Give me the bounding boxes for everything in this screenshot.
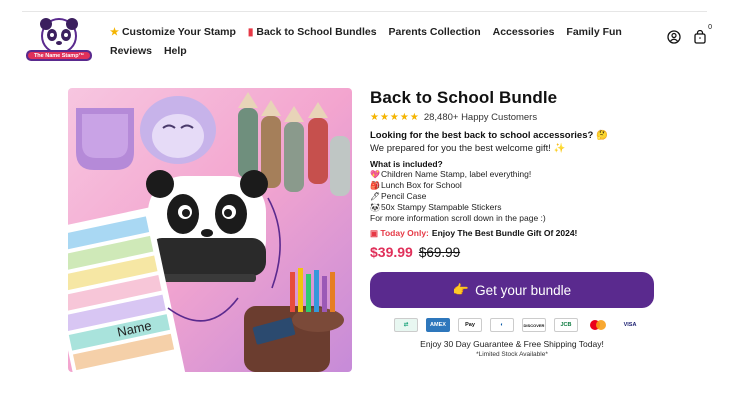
price-row: $39.99 $69.99 bbox=[370, 244, 660, 260]
nav-back-to-school[interactable]: ▮ Back to School Bundles bbox=[248, 23, 377, 42]
pen-icon: 🖊 bbox=[370, 192, 381, 201]
payment-icon-generic: ⇄ bbox=[394, 318, 418, 332]
included-item: For more information scroll down in the … bbox=[370, 213, 546, 223]
limited-stock-text: *Limited Stock Available* bbox=[476, 351, 548, 358]
backpack-icon: ▮ bbox=[247, 27, 254, 38]
nav-help[interactable]: Help bbox=[164, 42, 187, 61]
get-bundle-button[interactable]: 👉 Get your bundle bbox=[370, 272, 654, 308]
brand-name: The Name Stamp™ bbox=[33, 53, 85, 59]
product-title: Back to School Bundle bbox=[370, 88, 558, 107]
amex-icon: AMEX bbox=[426, 318, 450, 332]
jcb-icon: JCB bbox=[554, 318, 578, 332]
discover-icon: DISCOVER bbox=[522, 318, 546, 332]
nav-customize-stamp[interactable]: ★ Customize Your Stamp bbox=[110, 23, 236, 42]
sale-price: $39.99 bbox=[370, 244, 413, 260]
header-divider bbox=[22, 11, 707, 12]
mastercard-icon bbox=[586, 318, 610, 332]
included-item: 🖊Pencil Case bbox=[370, 191, 427, 201]
product-info: Back to School Bundle ★★★★★ 28,480+ Happ… bbox=[370, 88, 660, 260]
included-item: 🎒Lunch Box for School bbox=[370, 180, 462, 190]
subline: We prepared for you the best welcome gif… bbox=[370, 143, 566, 154]
promo-line: ▣ Today Only: Enjoy The Best Bundle Gift … bbox=[370, 228, 660, 239]
included-list: 💖Children Name Stamp, label everything! … bbox=[370, 169, 660, 224]
nav-parents-collection[interactable]: Parents Collection bbox=[388, 23, 480, 42]
shopping-bag-icon bbox=[694, 30, 706, 44]
main-nav: ★ Customize Your Stamp ▮ Back to School Bu… bbox=[110, 23, 640, 61]
gift-icon: ▣ bbox=[370, 228, 379, 238]
heart-icon: 💖 bbox=[370, 170, 380, 179]
product-image[interactable]: Name bbox=[68, 88, 352, 372]
visa-icon: VISA bbox=[618, 318, 642, 332]
cart-button[interactable]: 0 bbox=[693, 24, 712, 44]
rating-stars: ★★★★★ bbox=[370, 112, 420, 123]
customer-count: 28,480+ Happy Customers bbox=[423, 112, 538, 123]
included-item: 🐼50x Stampy Stampable Stickers bbox=[370, 202, 502, 212]
included-title: What is included? bbox=[370, 159, 443, 169]
guarantee-text: Enjoy 30 Day Guarantee & Free Shipping T… bbox=[420, 339, 604, 349]
included-item: 💖Children Name Stamp, label everything! bbox=[370, 169, 532, 179]
payment-methods: ⇄ AMEX Pay ◐ DISCOVER JCB VISA bbox=[394, 318, 642, 332]
pointing-hand-icon: 👉 bbox=[452, 282, 470, 297]
star-icon: ★ bbox=[110, 27, 119, 38]
cart-count: 0 bbox=[708, 24, 712, 31]
promo-text: Enjoy The Best Bundle Gift Of 2024! bbox=[431, 228, 578, 238]
brand-logo[interactable]: The Name Stamp™ bbox=[22, 16, 96, 64]
nav-family-fun[interactable]: Family Fun bbox=[566, 23, 621, 42]
nav-reviews[interactable]: Reviews bbox=[110, 42, 152, 61]
diners-icon: ◐ bbox=[490, 318, 514, 332]
header-actions: 0 bbox=[667, 24, 712, 44]
rating-row: ★★★★★ 28,480+ Happy Customers bbox=[370, 112, 660, 123]
account-icon[interactable] bbox=[667, 30, 681, 44]
apple-pay-icon: Pay bbox=[458, 318, 482, 332]
nav-accessories[interactable]: Accessories bbox=[493, 23, 555, 42]
lunchbox-icon: 🎒 bbox=[370, 181, 380, 190]
original-price: $69.99 bbox=[418, 245, 461, 260]
headline: Looking for the best back to school acce… bbox=[370, 130, 608, 141]
promo-label: Today Only: bbox=[380, 228, 429, 238]
panda-icon: 🐼 bbox=[370, 203, 380, 212]
